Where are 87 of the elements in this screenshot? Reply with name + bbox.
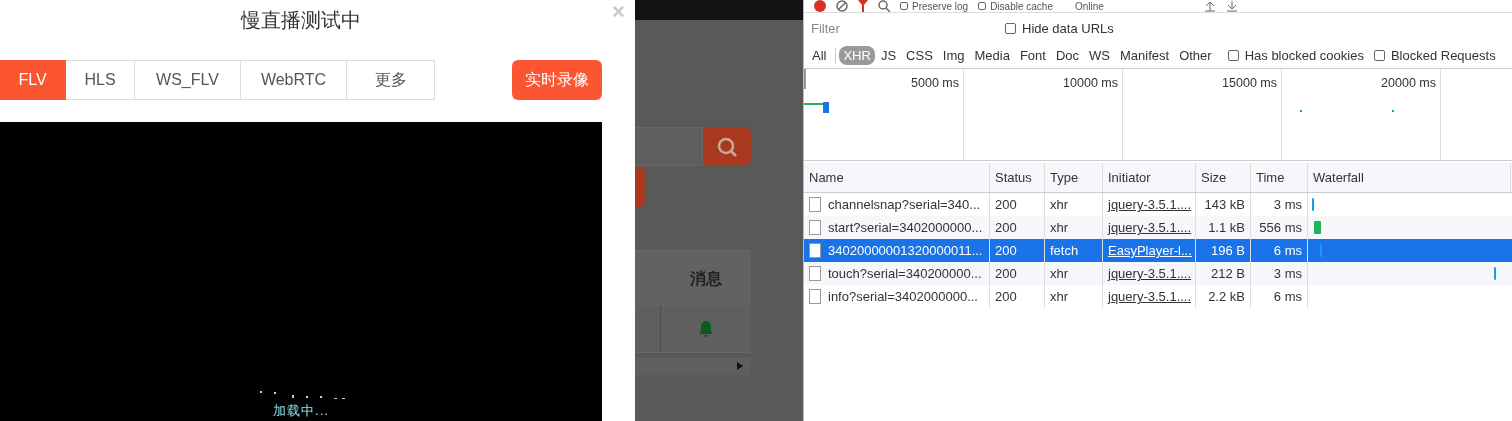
search-field[interactable] [635,127,703,166]
blocked-cookies-checkbox[interactable]: Has blocked cookies [1227,48,1364,63]
initiator-link[interactable]: jquery-3.5.1.... [1108,220,1192,235]
search-icon [716,135,738,158]
request-name: touch?serial=340200000... [828,266,982,281]
request-type: xhr [1050,220,1069,235]
type-filter-tab[interactable]: Font [1015,46,1050,65]
request-row[interactable]: touch?serial=340200000... 200 xhr jquery-3.5.1.... 212 B 3 ms [804,262,1512,285]
download-icon[interactable] [1225,0,1238,12]
status-code: 200 [995,243,1017,258]
status-code: 200 [995,197,1017,212]
initiator-link[interactable]: EasyPlayer-l... [1108,243,1192,258]
bell-icon [698,320,714,338]
time-value: 6 ms [1273,243,1302,258]
request-type: fetch [1050,243,1079,258]
throttling-dropdown[interactable]: Online [1074,0,1104,12]
file-icon [809,220,821,235]
type-filter-tab[interactable]: Img [938,46,969,65]
request-row[interactable]: start?serial=3402000000... 200 xhr jquery-3.5.1.... 1.1 kB 556 ms [804,216,1512,239]
file-icon [809,243,821,258]
time-value: 3 ms [1273,197,1302,212]
initiator-link[interactable]: jquery-3.5.1.... [1108,289,1192,304]
dialog-title: 慢直播测试中 [239,7,362,33]
stream-tab[interactable]: WS_FLV [135,60,241,100]
file-icon [809,266,821,281]
request-name: start?serial=3402000000... [828,220,983,235]
size-value: 196 B [1211,243,1245,258]
type-filter-tab[interactable]: JS [876,46,901,65]
request-type: xhr [1050,266,1069,281]
request-type: xhr [1050,289,1069,304]
scroll-right-icon[interactable] [737,362,743,370]
initiator-link[interactable]: jquery-3.5.1.... [1108,197,1192,212]
type-filter-tab[interactable]: Other [1175,46,1216,65]
timeline-mark [1392,110,1394,112]
clear-icon[interactable] [836,0,848,12]
file-icon [809,197,821,212]
column-header: 消息 [689,269,723,289]
disable-cache-checkbox[interactable]: Disable cache [978,0,1053,12]
size-value: 212 B [1211,266,1245,281]
request-name: 34020000001320000011... [828,243,983,258]
column-header[interactable]: Size [1196,163,1251,192]
filter-icon[interactable] [858,0,868,12]
type-filter-tab[interactable]: Doc [1051,46,1084,65]
stream-tab[interactable]: HLS [66,60,135,100]
hide-data-urls-checkbox[interactable]: Hide data URLs [1005,20,1114,36]
scrollbar[interactable] [635,357,751,375]
file-icon [809,289,821,304]
request-name: channelsnap?serial=340... [828,197,981,212]
search-icon[interactable] [878,0,890,12]
type-filter-tab[interactable]: CSS [902,46,937,65]
loading-status: 加载中... [273,402,329,420]
time-value: 556 ms [1259,220,1302,235]
upload-icon[interactable] [1203,0,1216,12]
request-row[interactable]: 34020000001320000011... 200 fetch EasyPlayer-l... 196 B 6 ms [804,239,1512,262]
time-value: 3 ms [1273,266,1302,281]
request-name: info?serial=3402000000... [828,289,978,304]
preserve-log-checkbox[interactable]: Preserve log [900,0,969,12]
stream-tab[interactable]: WebRTC [241,60,347,100]
column-header[interactable]: Time [1251,163,1308,192]
column-header[interactable]: Waterfall [1308,163,1511,192]
overview-timeline-drawing [804,69,829,113]
stream-tab[interactable]: 更多 [347,60,435,100]
search-button[interactable] [703,127,751,166]
status-code: 200 [995,266,1017,281]
type-filter-tab[interactable]: Manifest [1116,46,1174,65]
type-filter-tab[interactable]: Media [970,46,1014,65]
size-value: 143 kB [1204,197,1245,212]
initiator-link[interactable]: jquery-3.5.1.... [1108,266,1192,281]
size-value: 2.2 kB [1208,289,1245,304]
timeline-mark [1300,110,1302,112]
timeline-tick-label: 5000 ms [911,76,959,90]
timeline-tick-label: 15000 ms [1222,76,1277,90]
column-header[interactable]: Type [1045,163,1103,192]
blocked-requests-checkbox[interactable]: Blocked Requests [1373,48,1496,63]
timeline-tick-label: 20000 ms [1381,76,1436,90]
type-filter-tab[interactable]: All [808,46,831,65]
column-header[interactable]: Status [990,163,1045,192]
request-type: xhr [1050,197,1069,212]
status-code: 200 [995,289,1017,304]
size-value: 1.1 kB [1208,220,1245,235]
column-header[interactable]: Initiator [1103,163,1196,192]
record-icon[interactable] [814,0,826,12]
type-filter-tab[interactable]: WS [1085,46,1114,65]
status-code: 200 [995,220,1017,235]
column-header[interactable]: Name [804,163,990,192]
time-value: 6 ms [1273,289,1302,304]
timeline-tick-label: 10000 ms [1063,76,1118,90]
